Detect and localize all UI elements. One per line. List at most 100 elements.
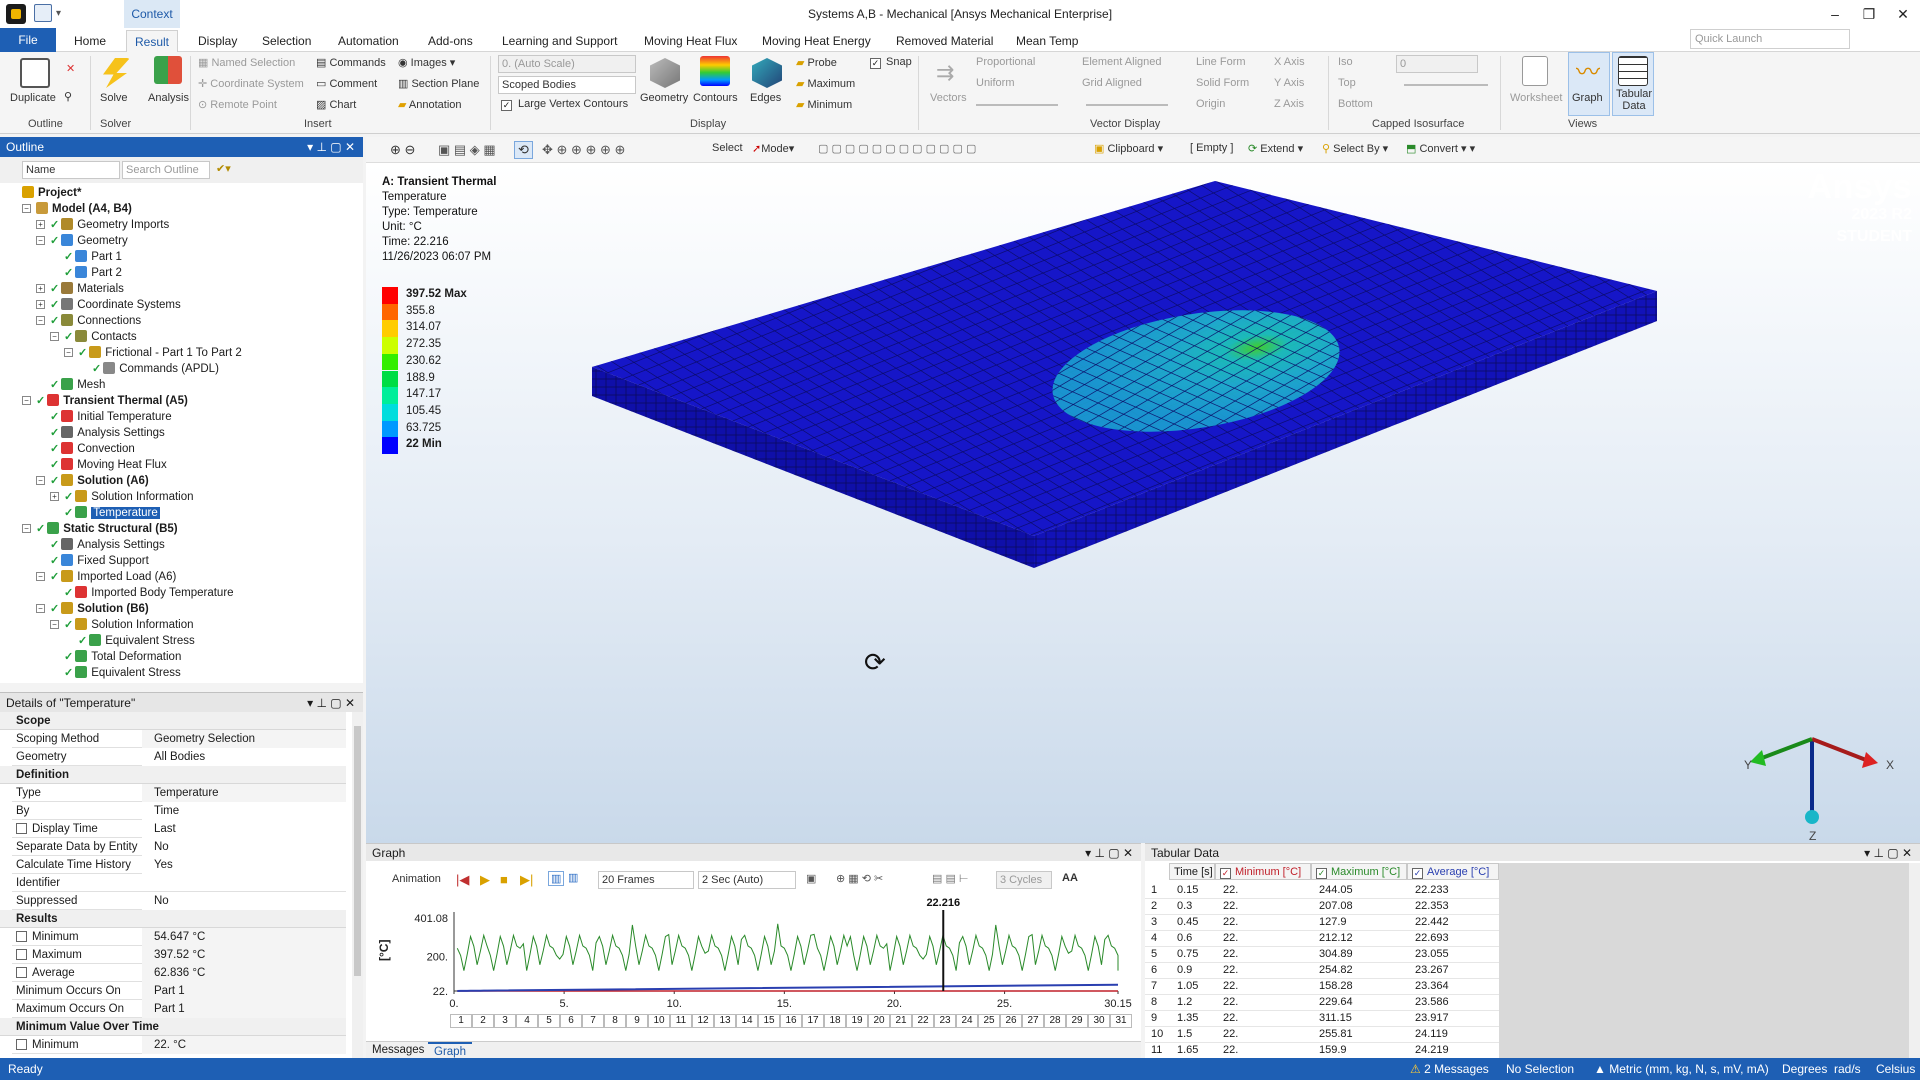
distributed-frames-icon[interactable]: ▥ (548, 871, 565, 886)
frame-cell[interactable]: 6 (560, 1014, 582, 1028)
tab-moving-heat-flux[interactable]: Moving Heat Flux (636, 30, 745, 52)
quick-access-dropdown-icon[interactable]: ▾ (56, 8, 61, 19)
tree-expander-icon[interactable]: − (36, 604, 45, 613)
probe-button[interactable]: ▰ Probe (796, 56, 837, 69)
frame-cell[interactable]: 1 (450, 1014, 472, 1028)
tree-expander-icon[interactable]: − (64, 348, 73, 357)
tree-item-transient-thermal-a5[interactable]: ✓ Transient Thermal (A5) (36, 393, 188, 409)
tree-item-contacts[interactable]: ✓ Contacts (64, 329, 137, 345)
tree-expander-icon[interactable]: − (36, 476, 45, 485)
clipboard-dropdown[interactable]: ▣ Clipboard ▾ (1094, 142, 1163, 155)
details-row-max-occurs[interactable]: Maximum Occurs On Part 1 (12, 1000, 346, 1018)
tab-selection[interactable]: Selection (254, 30, 319, 52)
frame-cell[interactable]: 7 (582, 1014, 604, 1028)
tree-item-static-structural-b5[interactable]: ✓ Static Structural (B5) (36, 521, 178, 537)
y-axis-button[interactable]: Y Axis (1274, 77, 1304, 89)
tree-item-part-2[interactable]: ✓ Part 2 (64, 265, 122, 281)
zoom-to-fit-icon[interactable]: ⊕ ⊖ (390, 142, 415, 158)
element-aligned-button[interactable]: Element Aligned (1082, 56, 1162, 68)
tree-item-coordinate-systems[interactable]: ✓ Coordinate Systems (50, 297, 181, 313)
maximum-button[interactable]: ▰ Maximum (796, 77, 855, 90)
grid-aligned-button[interactable]: Grid Aligned (1082, 77, 1142, 89)
row-number[interactable]: 8 (1147, 994, 1157, 1010)
tree-item-frictional-part-1-to-part-2[interactable]: ✓ Frictional - Part 1 To Part 2 (78, 345, 242, 361)
top-button[interactable]: Top (1338, 77, 1356, 89)
display-time-checkbox[interactable] (16, 823, 27, 834)
origin-button[interactable]: Origin (1196, 98, 1225, 110)
comment-button[interactable]: ▭ Comment (316, 77, 377, 90)
frame-cell[interactable]: 22 (912, 1014, 934, 1028)
tree-item-solution-a6[interactable]: ✓ Solution (A6) (50, 473, 149, 489)
tab-mean-temp[interactable]: Mean Temp (1008, 30, 1086, 52)
remote-point-button[interactable]: ⊙ Remote Point (198, 98, 277, 111)
delete-icon[interactable]: ✕ (66, 62, 75, 75)
worksheet-icon[interactable] (1522, 56, 1548, 86)
commands-button[interactable]: ▤ Commands (316, 56, 386, 69)
row-number[interactable]: 4 (1147, 930, 1157, 946)
tree-item-equivalent-stress[interactable]: ✓ Equivalent Stress (78, 633, 195, 649)
details-row-min-occurs[interactable]: Minimum Occurs On Part 1 (12, 982, 346, 1000)
details-row-suppressed[interactable]: Suppressed No (12, 892, 346, 910)
frame-cell[interactable]: 2 (472, 1014, 494, 1028)
iso-slider[interactable] (1404, 84, 1488, 86)
details-row-scoping-method[interactable]: Scoping Method Geometry Selection (12, 730, 346, 748)
time-history-chart[interactable]: 401.08200.22.[°C]0.5.10.15.20.25.30.15[s… (366, 891, 1141, 1011)
selection-filter-icons[interactable]: ▢ ▢ ▢ ▢ ▢ ▢ ▢ ▢ ▢ ▢ ▢ ▢ (818, 142, 976, 155)
frame-cell[interactable]: 3 (494, 1014, 516, 1028)
maximum-checkbox[interactable] (16, 949, 27, 960)
vector-length-slider[interactable] (976, 104, 1058, 106)
outline-panel-controls[interactable]: ▾ ⊥ ▢ ✕ (307, 137, 355, 157)
tab-file[interactable]: File (0, 28, 56, 52)
solve-icon[interactable] (103, 58, 130, 88)
details-row-by[interactable]: By Time (12, 802, 346, 820)
tree-expander-icon[interactable]: + (50, 492, 59, 501)
tree-item-equivalent-stress[interactable]: ✓ Equivalent Stress (64, 665, 181, 681)
minimum-button[interactable]: ▰ Minimum (796, 98, 852, 111)
vectors-button[interactable]: Vectors (930, 92, 967, 104)
row-number[interactable]: 7 (1147, 978, 1157, 994)
graphics-viewport[interactable]: A: Transient Thermal Temperature Type: T… (366, 163, 1920, 843)
column-header-maximum[interactable]: ✓ Maximum [°C] (1311, 863, 1407, 880)
row-value[interactable]: Last (142, 820, 346, 838)
tab-moving-heat-energy[interactable]: Moving Heat Energy (754, 30, 879, 52)
tree-expander-icon[interactable]: − (36, 236, 45, 245)
geometry-button[interactable]: Geometry (640, 92, 688, 104)
row-number[interactable]: 10 (1147, 1026, 1163, 1042)
uniform-button[interactable]: Uniform (976, 77, 1015, 89)
solve-button[interactable]: Solve (100, 92, 128, 104)
tree-item-geometry-imports[interactable]: ✓ Geometry Imports (50, 217, 169, 233)
row-value[interactable]: No (142, 838, 346, 856)
tab-add-ons[interactable]: Add-ons (420, 30, 481, 52)
frame-cell[interactable]: 30 (1088, 1014, 1110, 1028)
extend-dropdown[interactable]: ⟳ Extend ▾ (1248, 142, 1303, 155)
unit-system[interactable]: ▲ Metric (mm, kg, N, s, mV, mA) (1594, 1058, 1769, 1080)
find-icon[interactable]: ⚲ (64, 90, 72, 103)
details-row-geometry[interactable]: Geometry All Bodies (12, 748, 346, 766)
contours-icon[interactable] (700, 56, 730, 86)
model-3d-view[interactable]: ⟳ X Y Z (366, 163, 1920, 843)
play-button[interactable]: ▶ (480, 872, 490, 888)
rotate-icon[interactable]: ⟲ (514, 141, 533, 159)
column-header-average[interactable]: ✓ Average [°C] (1407, 863, 1499, 880)
ansys-app-icon[interactable] (6, 4, 26, 24)
annotation-button[interactable]: ▰ Annotation (398, 98, 462, 111)
column-header-minimum[interactable]: ✓ Minimum [°C] (1215, 863, 1311, 880)
row-number[interactable]: 5 (1147, 946, 1157, 962)
details-row-identifier[interactable]: Identifier (12, 874, 346, 892)
tree-item-part-1[interactable]: ✓ Part 1 (64, 249, 122, 265)
frame-cell[interactable]: 27 (1022, 1014, 1044, 1028)
tree-item-total-deformation[interactable]: ✓ Total Deformation (64, 649, 181, 665)
select-by-dropdown[interactable]: ⚲ Select By ▾ (1322, 142, 1388, 155)
tree-item-geometry[interactable]: ✓ Geometry (50, 233, 128, 249)
frame-cell[interactable]: 18 (824, 1014, 846, 1028)
minimum-column-checkbox[interactable]: ✓ (1220, 868, 1231, 879)
search-options-icon[interactable]: ✔▾ (216, 162, 231, 175)
details-section-scope[interactable]: Scope (0, 712, 346, 730)
antialias-toggle[interactable]: AA (1062, 872, 1078, 884)
minimum-checkbox[interactable] (16, 931, 27, 942)
frames-dropdown[interactable]: 20 Frames (598, 871, 694, 889)
large-vertex-checkbox[interactable]: ✓ (501, 100, 512, 111)
details-row-min-over-time[interactable]: Minimum 22. °C (12, 1036, 346, 1054)
frame-cell[interactable]: 26 (1000, 1014, 1022, 1028)
frame-cell[interactable]: 5 (538, 1014, 560, 1028)
